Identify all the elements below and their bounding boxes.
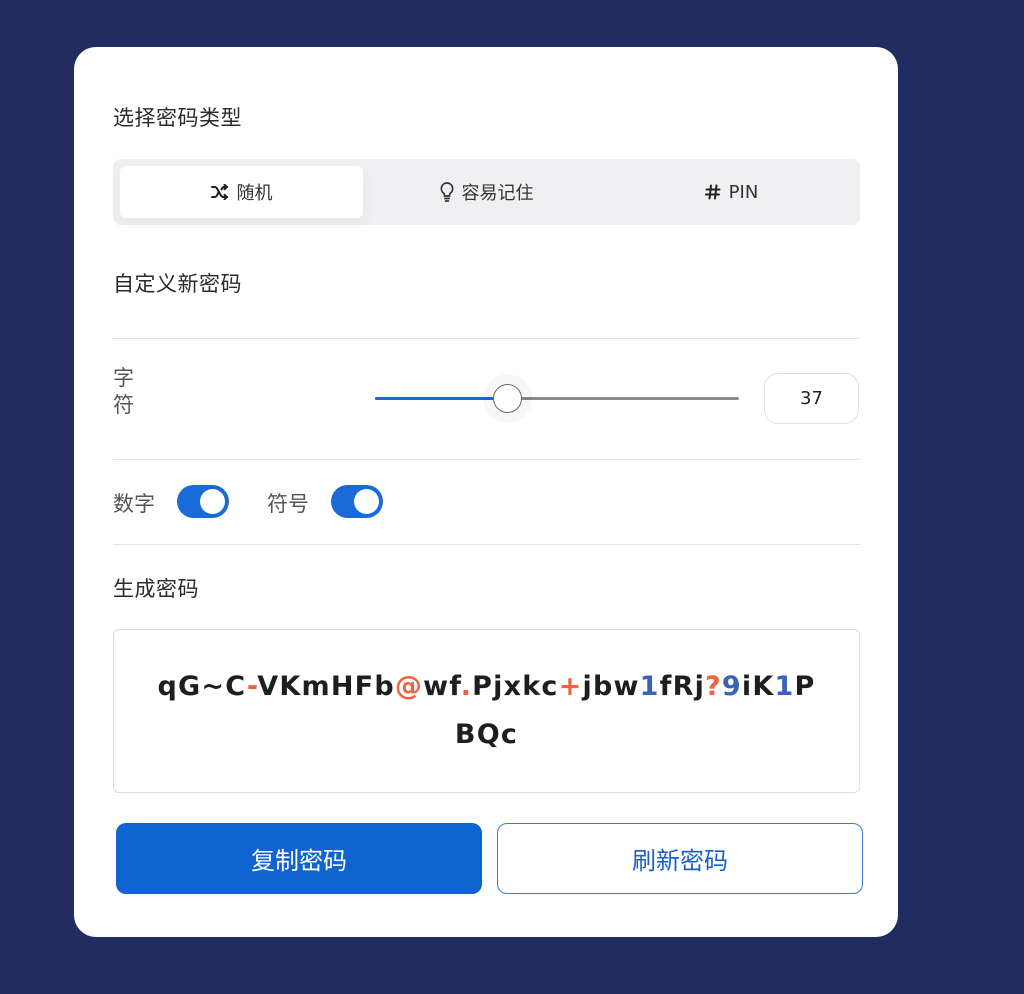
password-char: P [794, 671, 816, 702]
numbers-toggle[interactable] [177, 485, 229, 518]
password-symbol: . [460, 671, 473, 702]
password-char: H [330, 671, 355, 702]
password-char: i [741, 671, 753, 702]
password-type-selector: 随机 容易记住 PIN [113, 159, 860, 225]
password-char: k [522, 671, 542, 702]
password-char: G [178, 671, 202, 702]
password-symbol: ? [705, 671, 722, 702]
shuffle-icon [210, 184, 229, 200]
password-char: B [454, 719, 477, 750]
password-char: f [449, 671, 461, 702]
tab-pin[interactable]: PIN [610, 166, 853, 218]
password-char: Q [476, 719, 501, 750]
generated-password-text: qG~C-VKmHFb@wf.Pjxkc+jbw1fRj?9iK1PBQc [154, 663, 819, 759]
password-char: j [493, 671, 504, 702]
password-digit: 1 [774, 671, 795, 702]
password-char: m [301, 671, 331, 702]
password-char: b [374, 671, 395, 702]
password-symbol: + [558, 671, 583, 702]
slider-fill [375, 397, 507, 400]
password-type-title: 选择密码类型 [113, 106, 242, 130]
password-char: w [613, 671, 640, 702]
generated-password-title: 生成密码 [113, 577, 199, 601]
divider [113, 459, 860, 460]
password-char: R [672, 671, 695, 702]
password-char: c [500, 719, 519, 750]
tab-memorable-label: 容易记住 [461, 183, 534, 204]
password-symbol: - [246, 671, 258, 702]
divider [113, 544, 860, 545]
divider [113, 338, 860, 339]
symbols-label: 符号 [267, 492, 309, 516]
password-char: K [752, 671, 775, 702]
password-char: f [659, 671, 673, 702]
lightbulb-icon [439, 182, 454, 202]
password-generator-card: 选择密码类型 随机 容易记住 PIN 自定义新密码 字符 37 数字 符号 生成… [74, 47, 898, 937]
password-char: x [503, 671, 523, 702]
password-digit: 1 [639, 671, 660, 702]
tab-random-label: 随机 [236, 183, 273, 204]
length-label: 字符 [113, 366, 134, 417]
password-char: ~ [201, 671, 226, 702]
symbols-toggle[interactable] [331, 485, 383, 518]
length-slider[interactable] [375, 383, 739, 413]
password-char: q [157, 671, 178, 702]
toggle-knob [200, 489, 225, 514]
password-char: c [541, 671, 559, 702]
password-digit: 9 [721, 671, 742, 702]
generated-password-box: qG~C-VKmHFb@wf.Pjxkc+jbw1fRj?9iK1PBQc [113, 629, 860, 793]
password-char: w [423, 671, 450, 702]
tab-memorable[interactable]: 容易记住 [363, 166, 610, 218]
copy-password-button[interactable]: 复制密码 [116, 823, 482, 894]
password-char: K [279, 671, 302, 702]
tab-random[interactable]: 随机 [120, 166, 363, 218]
password-char: P [472, 671, 494, 702]
password-char: j [694, 671, 706, 702]
password-char: C [225, 671, 247, 702]
hash-icon [704, 184, 721, 200]
tab-pin-label: PIN [728, 181, 759, 203]
password-char: V [257, 671, 280, 702]
toggle-knob [354, 489, 379, 514]
customize-title: 自定义新密码 [113, 272, 242, 296]
slider-thumb[interactable] [492, 384, 522, 413]
length-value-input[interactable]: 37 [764, 373, 859, 424]
refresh-password-button[interactable]: 刷新密码 [497, 823, 863, 894]
password-char: b [592, 671, 614, 702]
password-symbol: @ [394, 671, 424, 702]
password-char: F [354, 671, 375, 702]
numbers-label: 数字 [113, 492, 155, 516]
password-char: j [582, 671, 593, 702]
